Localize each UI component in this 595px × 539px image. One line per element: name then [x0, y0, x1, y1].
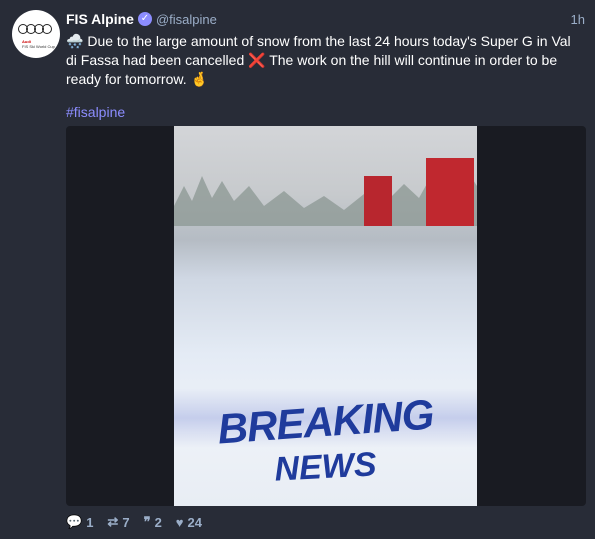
favourite-button[interactable]: ♥ 24 — [176, 515, 202, 530]
avatar[interactable]: Audi FIS Ski World Cup — [12, 10, 60, 58]
crossed-fingers-emoji: 🤞 — [190, 71, 208, 87]
boost-icon: ⇄ — [107, 514, 119, 529]
forest-illustration — [174, 158, 477, 226]
quote-count: 2 — [154, 514, 162, 530]
quote-button[interactable]: ❞ 2 — [144, 514, 162, 530]
quote-icon: ❞ — [143, 514, 151, 529]
reply-count: 1 — [86, 514, 94, 530]
audi-rings-logo — [18, 24, 54, 35]
favourite-count: 24 — [187, 514, 202, 530]
status-action-bar: 💬 1 ⇄ 7 ❞ 2 ♥ 24 — [66, 514, 202, 530]
boost-count: 7 — [122, 514, 130, 530]
avatar-brand-line2: FIS Ski World Cup — [22, 44, 55, 49]
status-content: 🌨️ Due to the large amount of snow from … — [66, 32, 576, 89]
hashtag-link[interactable]: #fisalpine — [66, 104, 125, 120]
cross-emoji: ❌ — [248, 52, 266, 68]
reply-icon: 💬 — [66, 514, 83, 529]
media-photo[interactable]: BREAKING NEWS — [174, 126, 477, 506]
status-header: FIS Alpine ✓ @fisalpine 1h — [66, 10, 585, 28]
display-name[interactable]: FIS Alpine — [66, 11, 134, 27]
reply-button[interactable]: 💬 1 — [66, 514, 93, 530]
verified-badge-icon: ✓ — [137, 12, 152, 26]
account-handle[interactable]: @fisalpine — [156, 12, 217, 27]
snow-emoji: 🌨️ — [66, 33, 84, 49]
media-gallery[interactable]: BREAKING NEWS — [66, 126, 586, 506]
relative-time[interactable]: 1h — [571, 12, 585, 27]
boost-button[interactable]: ⇄ 7 — [107, 514, 129, 530]
heart-icon: ♥ — [175, 514, 184, 530]
